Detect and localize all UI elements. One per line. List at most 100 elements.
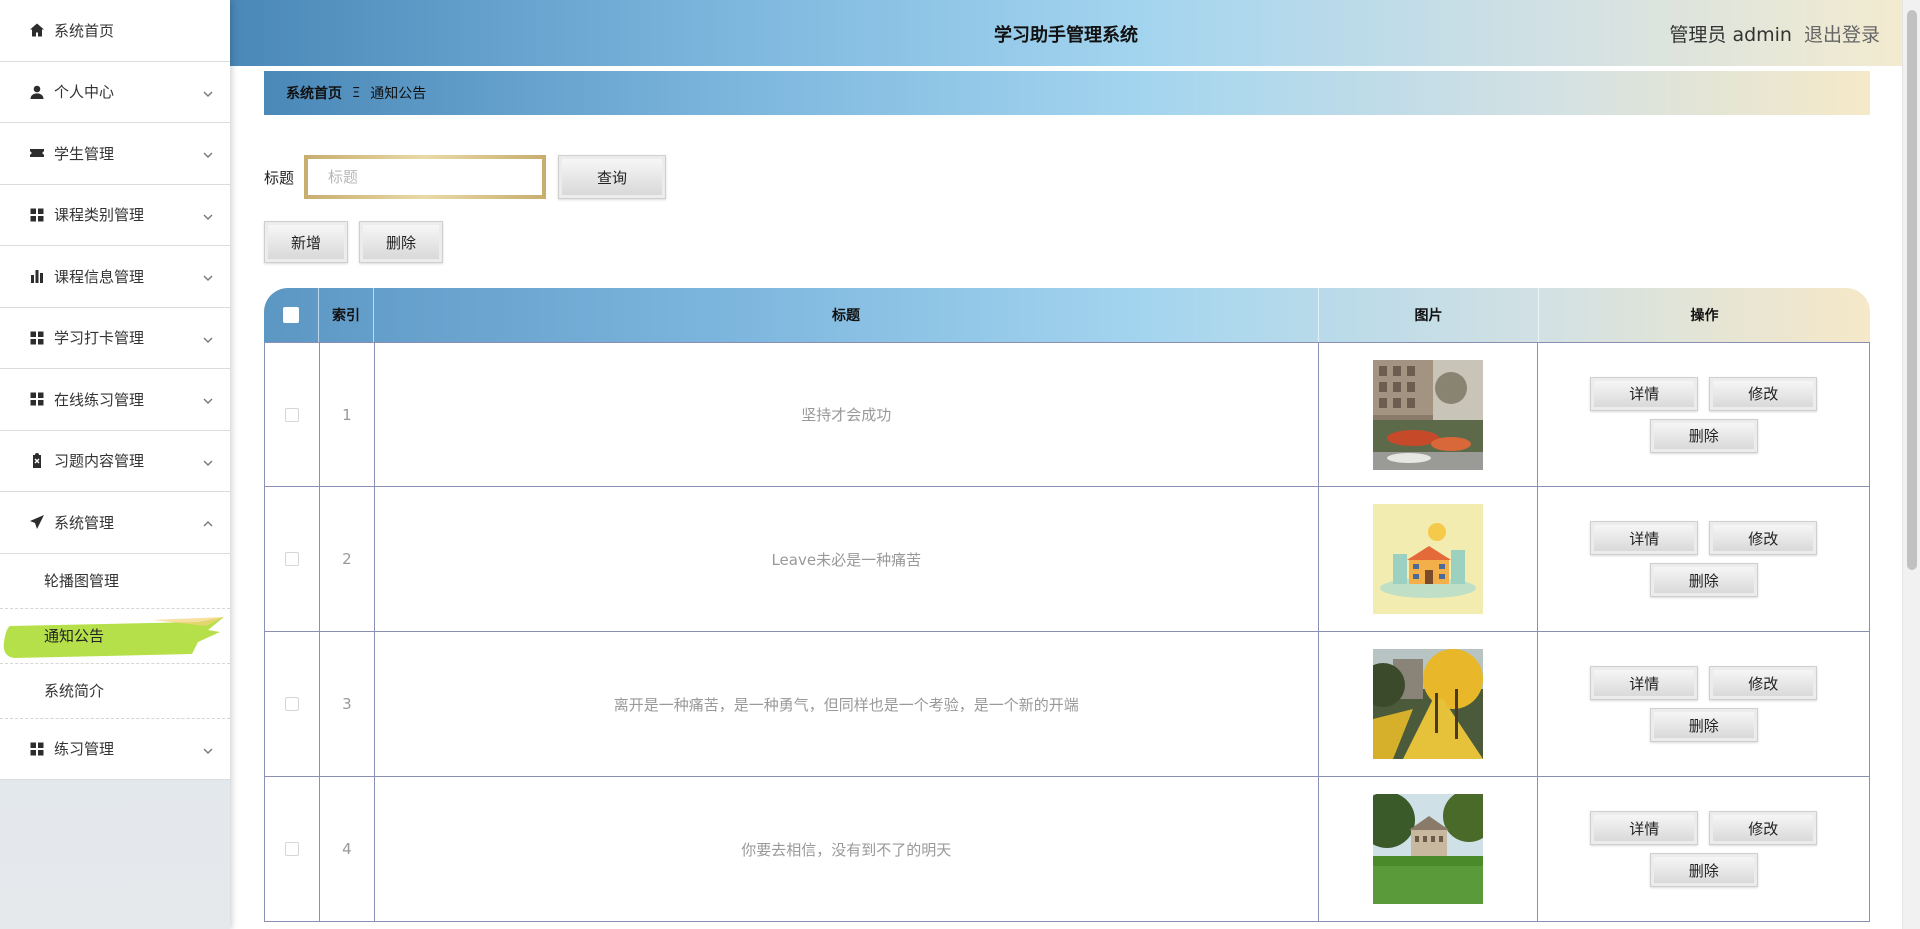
campus-courtyard-photo[interactable]: [1373, 359, 1484, 470]
delete-button[interactable]: 删除: [1649, 563, 1758, 597]
edit-button[interactable]: 修改: [1709, 376, 1818, 411]
detail-button[interactable]: 详情: [1590, 376, 1699, 411]
row-operations: 详情 修改 删除: [1538, 632, 1869, 776]
school-building-illustration[interactable]: [1373, 504, 1484, 614]
row-checkbox[interactable]: [284, 407, 299, 422]
delete-button[interactable]: 删除: [1649, 853, 1758, 887]
row-operations: 详情 修改 删除: [1538, 487, 1869, 631]
row-select-cell: [265, 632, 320, 776]
ticket-icon: [28, 144, 46, 162]
sidebar: 系统首页 个人中心 学生管理 课程类别管理 课程信息管理 学习打卡管理 在线练习…: [0, 0, 230, 929]
edit-button[interactable]: 修改: [1709, 666, 1818, 700]
title-search-input[interactable]: [308, 159, 543, 195]
chevron-down-icon: [202, 743, 214, 755]
sidebar-menu: 系统首页 个人中心 学生管理 课程类别管理 课程信息管理 学习打卡管理 在线练习…: [0, 0, 230, 780]
row-operations: 详情 修改 删除: [1538, 777, 1869, 921]
chevron-down-icon: [202, 270, 214, 282]
chevron-down-icon: [202, 86, 214, 98]
chevron-down-icon: [202, 393, 214, 405]
delete-button[interactable]: 删除: [1649, 418, 1758, 453]
row-title: 离开是一种痛苦，是一种勇气，但同样也是一个考验，是一个新的开端: [375, 632, 1319, 776]
chevron-up-icon: [202, 516, 214, 528]
column-header-image: 图片: [1319, 288, 1539, 342]
sidebar-item-course-info[interactable]: 课程信息管理: [0, 246, 230, 308]
row-checkbox[interactable]: [284, 842, 299, 856]
sidebar-item-label: 在线练习管理: [54, 390, 145, 409]
sidebar-item-exercise-content[interactable]: 习题内容管理: [0, 431, 230, 492]
column-header-index: 索引: [319, 288, 374, 342]
detail-button[interactable]: 详情: [1590, 811, 1699, 845]
sidebar-item-home[interactable]: 系统首页: [0, 0, 230, 62]
row-title: 你要去相信，没有到不了的明天: [375, 777, 1319, 921]
search-input-frame: [304, 155, 547, 199]
action-bar: 新增 删除: [264, 221, 443, 263]
table-row: 4 你要去相信，没有到不了的明天 详情 修改 删除: [265, 777, 1869, 922]
grid-icon: [28, 390, 46, 408]
bar-chart-icon: [28, 267, 46, 285]
table-row: 3 离开是一种痛苦，是一种勇气，但同样也是一个考验，是一个新的开端 详情 修改 …: [265, 632, 1869, 777]
chevron-down-icon: [202, 332, 214, 344]
column-header-title: 标题: [374, 288, 1319, 342]
row-image-cell: [1319, 343, 1539, 486]
add-button[interactable]: 新增: [264, 221, 348, 263]
delete-button[interactable]: 删除: [1649, 708, 1758, 742]
sidebar-item-label: 学习打卡管理: [54, 329, 145, 348]
grid-icon: [28, 206, 46, 224]
edit-button[interactable]: 修改: [1709, 521, 1818, 555]
sidebar-subitem-label: 通知公告: [44, 627, 105, 645]
breadcrumb-home[interactable]: 系统首页: [286, 83, 342, 103]
sidebar-item-label: 练习管理: [54, 740, 115, 759]
table-row: 1 坚持才会成功 详情 修改 删除: [265, 342, 1869, 487]
row-select-cell: [265, 343, 320, 486]
active-highlight-brush: [3, 616, 224, 658]
sidebar-subitem-label: 轮播图管理: [44, 572, 120, 590]
grid-icon: [28, 740, 46, 758]
row-image-cell: [1319, 632, 1539, 776]
top-header: 学习助手管理系统 管理员 admin 退出登录: [230, 0, 1902, 66]
logout-link[interactable]: 退出登录: [1804, 20, 1880, 47]
sidebar-subitem-system-intro[interactable]: 系统简介: [0, 664, 230, 719]
detail-button[interactable]: 详情: [1590, 521, 1699, 555]
sidebar-item-personal-center[interactable]: 个人中心: [0, 62, 230, 123]
scrollbar-thumb[interactable]: [1907, 10, 1917, 570]
ginkgo-avenue-photo[interactable]: [1373, 649, 1484, 759]
page-scrollbar[interactable]: [1902, 0, 1920, 929]
breadcrumb-current: 通知公告: [370, 86, 427, 102]
sidebar-item-label: 个人中心: [54, 83, 115, 102]
select-all-checkbox[interactable]: [283, 307, 299, 323]
breadcrumb: 系统首页 Ξ 通知公告: [264, 71, 1870, 115]
sidebar-item-students[interactable]: 学生管理: [0, 123, 230, 185]
sidebar-item-label: 系统管理: [54, 513, 115, 532]
table-row: 2 Leave未必是一种痛苦 详情 修改 删除: [265, 487, 1869, 632]
sidebar-item-online-practice[interactable]: 在线练习管理: [0, 369, 230, 431]
grid-icon: [28, 329, 46, 347]
row-image-cell: [1319, 487, 1539, 631]
batch-delete-button[interactable]: 删除: [359, 221, 443, 263]
sidebar-subitem-carousel[interactable]: 轮播图管理: [0, 554, 230, 609]
sidebar-item-system[interactable]: 系统管理: [0, 492, 230, 554]
column-header-operation: 操作: [1690, 308, 1719, 324]
sidebar-item-practice[interactable]: 练习管理: [0, 719, 230, 780]
notice-table: 索引 标题 图片 操作 1 坚持才会成功 详情 修改 删除 2 Leave未必是…: [264, 288, 1870, 922]
detail-button[interactable]: 详情: [1590, 666, 1699, 700]
sidebar-item-label: 学生管理: [54, 144, 115, 163]
sidebar-item-course-category[interactable]: 课程类别管理: [0, 185, 230, 246]
search-label: 标题: [264, 168, 295, 187]
row-index: 2: [320, 487, 375, 631]
table-header: 索引 标题 图片 操作: [264, 288, 1870, 342]
sidebar-subitem-notice[interactable]: 通知公告: [0, 609, 230, 664]
select-all-cell: [264, 288, 319, 342]
row-checkbox[interactable]: [284, 552, 299, 566]
home-icon: [28, 21, 46, 39]
user-area: 管理员 admin 退出登录: [1669, 20, 1880, 47]
row-select-cell: [265, 487, 320, 631]
search-bar: 标题 查询: [264, 155, 667, 199]
sidebar-item-study-checkin[interactable]: 学习打卡管理: [0, 308, 230, 369]
query-button[interactable]: 查询: [558, 155, 667, 199]
edit-button[interactable]: 修改: [1709, 811, 1818, 845]
admin-label: 管理员 admin: [1669, 24, 1792, 46]
chevron-down-icon: [202, 147, 214, 159]
campus-lawn-photo[interactable]: [1373, 794, 1484, 904]
row-checkbox[interactable]: [284, 697, 299, 711]
row-title: 坚持才会成功: [375, 343, 1319, 486]
